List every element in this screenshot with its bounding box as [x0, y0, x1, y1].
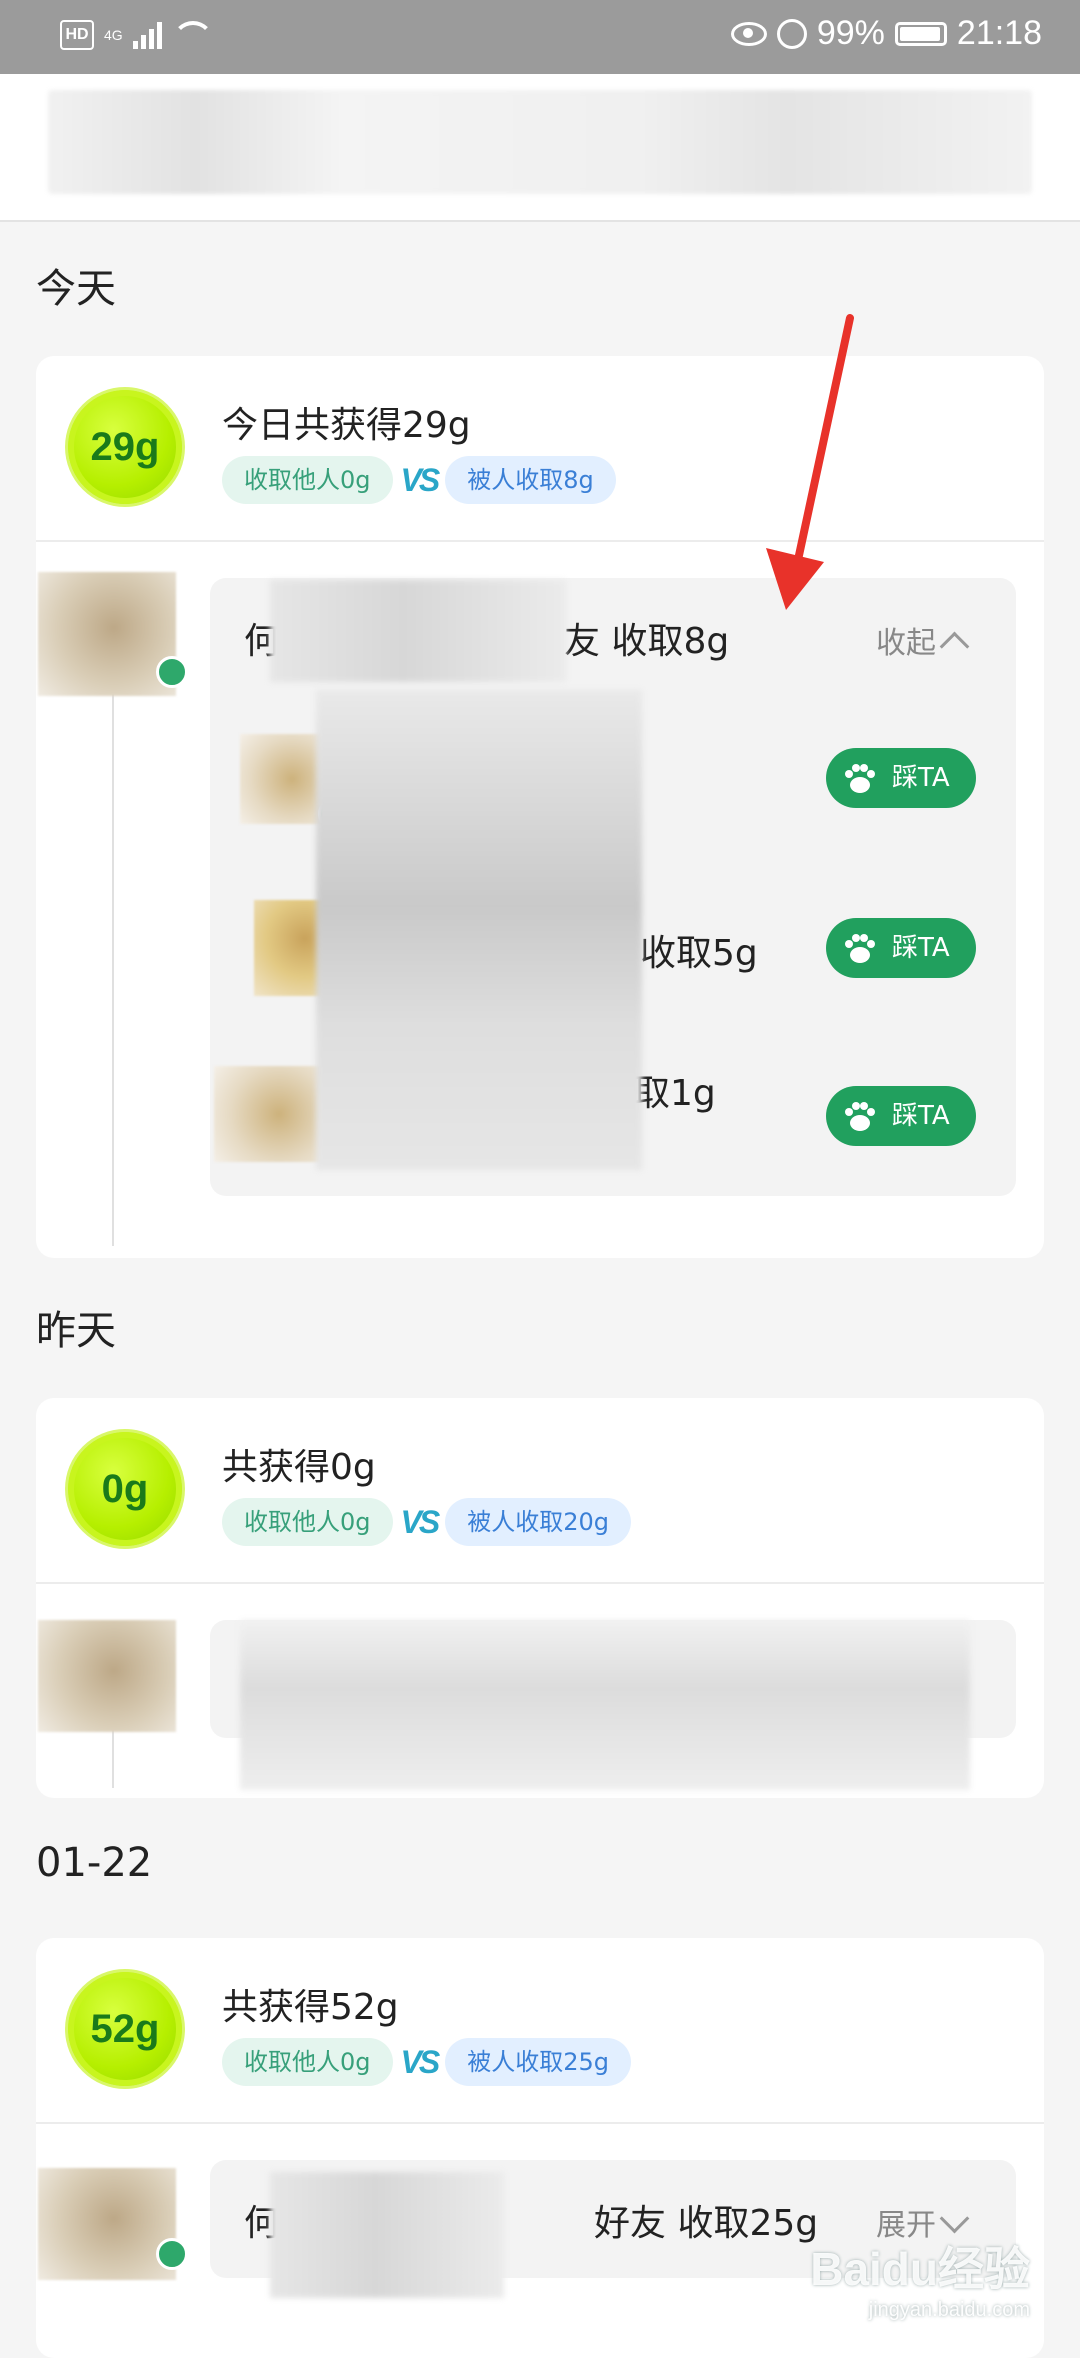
friend-detail-bubble: 何 友 收取8g 收起 踩TA 收取5g 踩TA 取1g 踩TA — [210, 578, 1016, 1196]
summary-title: 共获得0g — [222, 1447, 376, 1488]
card-summary: 0g 共获得0g 收取他人0g VS 被人收取20g — [36, 1398, 1044, 1584]
avatar[interactable] — [38, 1620, 176, 1732]
status-bar: HD 4G 99% 21:18 — [0, 0, 1080, 74]
summary-title: 共获得52g — [222, 1987, 399, 2028]
collected-by-chip: 被人收取20g — [445, 1498, 631, 1546]
energy-ball-value: 29g — [90, 424, 160, 469]
summary-chips: 收取他人0g VS 被人收取20g — [222, 1498, 631, 1546]
blurred-name — [270, 580, 566, 682]
energy-card-yesterday: 0g 共获得0g 收取他人0g VS 被人收取20g — [36, 1398, 1044, 1798]
vs-icon: VS — [400, 2043, 441, 2080]
caita-button[interactable]: 踩TA — [826, 1086, 976, 1146]
card-summary: 52g 共获得52g 收取他人0g VS 被人收取25g — [36, 1938, 1044, 2124]
caita-button[interactable]: 踩TA — [826, 748, 976, 808]
paw-icon — [845, 764, 875, 793]
caita-label: 踩TA — [892, 763, 950, 793]
watermark-brand: Baidu经验 — [810, 2243, 1030, 2295]
day-label-date: 01-22 — [36, 1840, 153, 1886]
caita-label: 踩TA — [892, 1101, 950, 1131]
clock: 21:18 — [956, 14, 1042, 52]
blurred-header-content — [48, 90, 1032, 194]
collect-others-chip: 收取他人0g — [222, 456, 393, 504]
paw-icon — [845, 1102, 875, 1131]
baidu-watermark: Baidu经验 jingyan.baidu.com — [810, 2233, 1030, 2322]
collapse-toggle[interactable]: 收起 — [876, 618, 970, 662]
caita-button[interactable]: 踩TA — [826, 918, 976, 978]
day-label-yesterday: 昨天 — [36, 1308, 116, 1354]
blurred-name — [270, 2172, 504, 2298]
energy-ball-value: 0g — [101, 1466, 149, 1511]
chevron-up-icon — [939, 631, 970, 662]
eye-comfort-icon — [730, 21, 767, 46]
blurred-friend-names — [316, 690, 642, 1170]
avatar[interactable] — [38, 572, 176, 696]
status-dot-icon — [156, 656, 188, 688]
energy-ball: 52g — [68, 1972, 182, 2086]
vs-icon: VS — [400, 1503, 441, 1540]
hd-icon: HD — [60, 20, 94, 50]
signal-icon — [132, 21, 162, 49]
row-text: 取1g — [634, 1073, 716, 1114]
summary-chips: 收取他人0g VS 被人收取25g — [222, 2038, 631, 2086]
top-header — [0, 74, 1080, 222]
collected-by-chip: 被人收取8g — [445, 456, 616, 504]
battery-icon — [894, 21, 947, 46]
energy-ball: 29g — [68, 390, 182, 504]
paw-icon — [845, 934, 875, 963]
vs-icon: VS — [400, 461, 441, 498]
network-type: 4G — [104, 27, 123, 43]
blurred-content — [240, 1620, 970, 1790]
alarm-icon — [776, 18, 807, 49]
day-label-today: 今天 — [36, 266, 116, 312]
row-text: 收取5g — [640, 933, 758, 974]
annotation-arrow-icon — [766, 314, 854, 610]
card-summary: 29g 今日共获得29g 收取他人0g VS 被人收取8g — [36, 356, 1044, 542]
summary-chips: 收取他人0g VS 被人收取8g — [222, 456, 616, 504]
energy-ball-value: 52g — [90, 2006, 160, 2051]
timeline-line — [112, 686, 114, 1246]
collected-by-chip: 被人收取25g — [445, 2038, 631, 2086]
avatar[interactable] — [38, 2168, 176, 2280]
bubble-summary: 好友 收取25g — [594, 2203, 819, 2244]
status-dot-icon — [156, 2238, 188, 2270]
energy-ball: 0g — [68, 1432, 182, 1546]
energy-card-today: 29g 今日共获得29g 收取他人0g VS 被人收取8g 何 友 收取8g 收… — [36, 356, 1044, 1258]
wifi-icon — [171, 21, 214, 49]
battery-percent: 99% — [816, 14, 885, 52]
chevron-down-icon — [939, 2203, 970, 2234]
collect-others-chip: 收取他人0g — [222, 1498, 393, 1546]
bubble-summary: 友 收取8g — [564, 621, 730, 662]
collect-others-chip: 收取他人0g — [222, 2038, 393, 2086]
collapse-label: 收起 — [876, 626, 936, 661]
friend-detail-bubble[interactable] — [210, 1620, 1016, 1790]
summary-title: 今日共获得29g — [222, 405, 471, 446]
watermark-site: jingyan.baidu.com — [868, 2299, 1030, 2321]
caita-label: 踩TA — [892, 933, 950, 963]
